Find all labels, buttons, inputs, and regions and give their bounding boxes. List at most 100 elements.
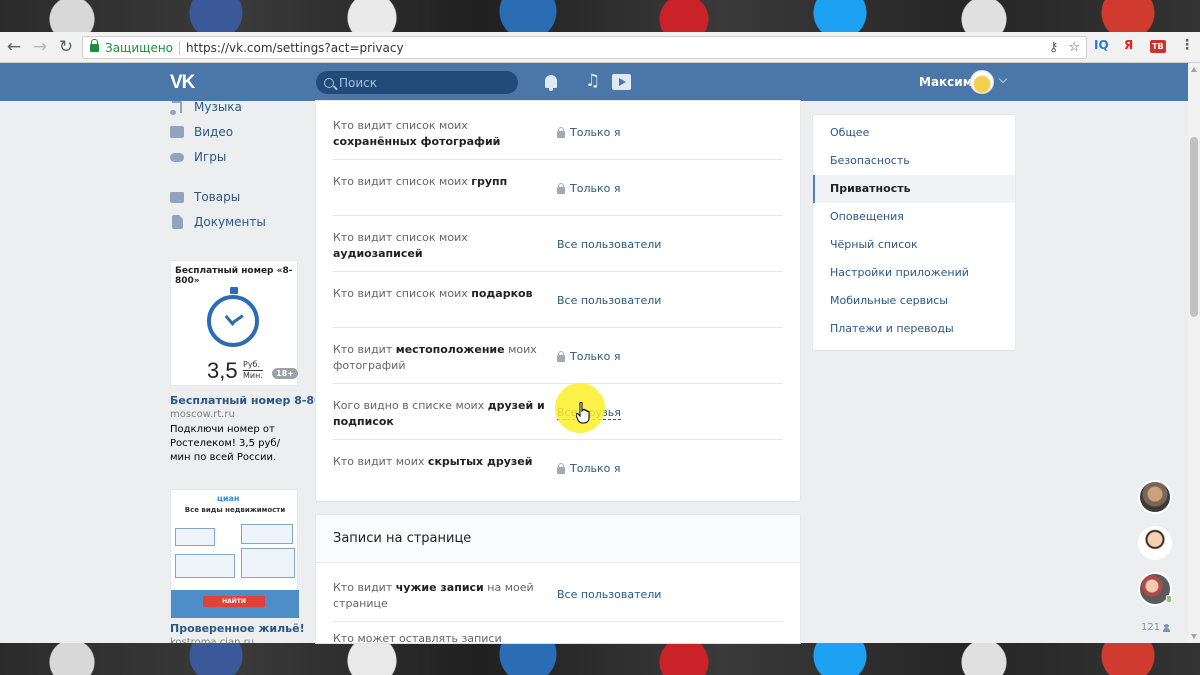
bookmark-star-icon[interactable]: ☆	[1068, 40, 1080, 55]
chat-avatar[interactable]	[1138, 526, 1172, 560]
browser-menu-icon[interactable]: ⋮	[1180, 37, 1194, 53]
ad-find-button[interactable]: НАЙТИ	[203, 596, 265, 607]
vk-logo[interactable]: VK	[170, 72, 195, 94]
privacy-row-value[interactable]: Только я	[557, 462, 620, 475]
settings-menu-notifications[interactable]: Оповещения	[813, 203, 1015, 231]
scroll-up-icon[interactable]	[1191, 67, 1197, 72]
settings-menu-blacklist[interactable]: Чёрный список	[813, 231, 1015, 259]
music-player-icon[interactable]: ♫	[585, 71, 600, 91]
privacy-row-value[interactable]: Только я	[557, 350, 620, 363]
privacy-row-value[interactable]: Все пользователи	[557, 588, 661, 601]
online-indicator	[1166, 595, 1172, 603]
privacy-row: Кто видит список моих групп Только я	[333, 160, 783, 216]
left-menu-documents[interactable]: Документы	[170, 215, 266, 229]
address-bar[interactable]: Защищено https://vk.com/settings?act=pri…	[82, 36, 1087, 59]
scroll-thumb[interactable]	[1190, 137, 1198, 317]
notifications-bell-icon[interactable]	[545, 75, 557, 91]
lock-icon	[557, 182, 565, 194]
privacy-row-label: Кто может оставлять записи	[333, 632, 502, 643]
stopwatch-icon	[207, 287, 259, 347]
search-input[interactable]: Поиск	[316, 71, 518, 94]
desktop-background-bottom	[0, 643, 1200, 675]
section-header: Записи на странице	[316, 515, 800, 563]
back-arrow-icon[interactable]: ←	[2, 37, 26, 57]
privacy-row-label: Кого видно в списке моих друзей и подпис…	[333, 399, 545, 428]
ad-price: 3,5	[207, 358, 238, 383]
posts-settings-card: Записи на странице Кто видит чужие запис…	[316, 515, 800, 643]
left-menu-goods[interactable]: Товары	[170, 190, 240, 204]
search-icon	[324, 77, 334, 88]
ad-domain: moscow.rt.ru	[170, 409, 235, 420]
user-name[interactable]: Максим	[919, 75, 973, 89]
privacy-row-value[interactable]: Все пользователи	[557, 294, 661, 307]
chat-online-count[interactable]: 121	[1141, 622, 1171, 633]
video-play-icon[interactable]	[612, 74, 631, 90]
forward-arrow-icon[interactable]: →	[28, 37, 52, 57]
user-avatar[interactable]	[970, 70, 994, 94]
ad-title[interactable]: Бесплатный номер 8-800	[170, 394, 329, 407]
lock-icon	[557, 126, 565, 138]
settings-menu-payments[interactable]: Платежи и переводы	[813, 315, 1015, 343]
privacy-row: Кто видит список моих сохранённых фотогр…	[333, 104, 783, 160]
left-menu-label: Товары	[194, 190, 241, 204]
left-menu-label: Документы	[194, 215, 266, 229]
settings-menu: Общее Безопасность Приватность Оповещени…	[813, 115, 1015, 350]
left-menu-label: Игры	[194, 150, 227, 164]
privacy-row-value[interactable]: Только я	[557, 126, 620, 139]
extension-yandex[interactable]: Я	[1124, 38, 1133, 52]
settings-menu-security[interactable]: Безопасность	[813, 147, 1015, 175]
ad-title[interactable]: Проверенное жильё!	[170, 622, 305, 635]
section-title: Записи на странице	[333, 531, 472, 546]
privacy-row-label: Кто видит местоположение моих фотографий	[333, 343, 537, 372]
reload-icon[interactable]: ↻	[54, 37, 78, 57]
ad-price-unit: Руб. Мин.	[243, 360, 263, 380]
settings-menu-privacy[interactable]: Приватность	[813, 175, 1015, 203]
left-menu-label: Видео	[194, 125, 234, 139]
key-icon[interactable]: ⚷	[1049, 40, 1059, 55]
chat-avatar[interactable]	[1138, 480, 1172, 514]
privacy-row: Кто может оставлять записи	[333, 622, 783, 643]
house-illustration	[175, 528, 215, 546]
chat-avatar[interactable]	[1138, 572, 1172, 606]
privacy-row-label: Кто видит чужие записи на моей странице	[333, 581, 534, 610]
ad-banner-cian[interactable]: циан Все виды недвижимости НАЙТИ	[170, 489, 299, 618]
extension-iq[interactable]: IQ	[1094, 38, 1109, 52]
secure-label: Защищено	[105, 40, 174, 55]
document-icon	[172, 215, 183, 229]
ad-banner-header: Бесплатный номер «8-800»	[175, 266, 293, 286]
settings-menu-general[interactable]: Общее	[813, 119, 1015, 147]
left-menu-music[interactable]: Музыка	[170, 100, 242, 115]
video-icon	[170, 126, 184, 138]
age-rating-badge: 18+	[272, 368, 298, 379]
cian-logo: циан	[217, 494, 240, 503]
ad-text: Подключи номер от Ростелеком! 3,5 руб/ми…	[170, 424, 280, 463]
games-icon	[170, 152, 184, 162]
music-icon	[170, 101, 182, 115]
secure-lock-icon	[90, 38, 99, 52]
privacy-row: Кто видит местоположение моих фотографий…	[333, 328, 783, 384]
extension-tv[interactable]: ТВ	[1150, 40, 1166, 53]
settings-menu-mobile[interactable]: Мобильные сервисы	[813, 287, 1015, 315]
page-scrollbar[interactable]	[1188, 63, 1200, 643]
chevron-down-icon[interactable]	[998, 74, 1008, 84]
search-placeholder: Поиск	[339, 75, 378, 90]
url-text[interactable]: https://vk.com/settings?act=privacy	[186, 41, 404, 55]
ad-banner-header: Все виды недвижимости	[184, 506, 286, 514]
person-icon	[1163, 623, 1171, 632]
browser-toolbar: ← → ↻ Защищено https://vk.com/settings?a…	[0, 32, 1200, 63]
ad-banner-8800[interactable]: Бесплатный номер «8-800» 3,5 Руб. Мин. 1…	[170, 260, 298, 386]
privacy-row: Кто видит моих скрытых друзей Только я	[333, 440, 783, 496]
house-illustration	[241, 524, 293, 544]
privacy-row: Кто видит список моих аудиозаписей Все п…	[333, 216, 783, 272]
privacy-row: Кто видит список моих подарков Все польз…	[333, 272, 783, 328]
privacy-row-value[interactable]: Только я	[557, 182, 620, 195]
privacy-row-label: Кто видит список моих аудиозаписей	[333, 231, 468, 260]
settings-menu-app-settings[interactable]: Настройки приложений	[813, 259, 1015, 287]
scroll-down-icon[interactable]	[1191, 634, 1197, 639]
privacy-row-value[interactable]: Все пользователи	[557, 238, 661, 251]
privacy-settings-card: Кто видит список моих сохранённых фотогр…	[316, 101, 800, 501]
lock-icon	[557, 462, 565, 474]
left-menu-games[interactable]: Игры	[170, 150, 226, 164]
privacy-row-label: Кто видит список моих сохранённых фотогр…	[333, 119, 501, 148]
left-menu-video[interactable]: Видео	[170, 125, 233, 139]
